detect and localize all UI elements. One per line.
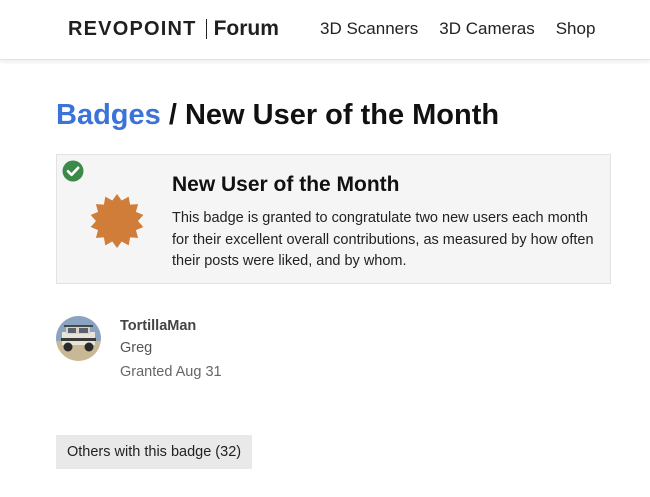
main-nav: 3D Scanners 3D Cameras Shop [320, 19, 595, 39]
user-full-name: Greg [120, 340, 153, 356]
page-title: Badges / New User of the Month [56, 99, 499, 132]
logo-section: Forum [213, 17, 279, 40]
username-link[interactable]: TortillaMan [120, 318, 196, 334]
nav-item-3d-scanners[interactable]: 3D Scanners [320, 19, 418, 39]
nav-item-shop[interactable]: Shop [556, 19, 596, 39]
check-circle-icon [62, 160, 84, 182]
breadcrumb-badges-link[interactable]: Badges [56, 99, 161, 131]
page-title-current: New User of the Month [184, 99, 500, 131]
nav-item-3d-cameras[interactable]: 3D Cameras [439, 19, 534, 39]
breadcrumb-separator: / [160, 99, 185, 131]
site-logo[interactable]: REVOPOINT Forum [68, 16, 279, 42]
badge-card: New User of the Month This badge is gran… [56, 154, 611, 284]
avatar[interactable] [56, 316, 101, 361]
logo-brand: REVOPOINT [68, 17, 197, 40]
avatar-truck-image [56, 316, 101, 361]
bronze-badge-icon [90, 194, 144, 248]
badge-description: This badge is granted to congratulate tw… [172, 210, 594, 269]
granted-date: Granted Aug 31 [120, 364, 222, 380]
others-with-badge-button[interactable]: Others with this badge (32) [56, 435, 253, 469]
badge-user-card: TortillaMan Greg Granted Aug 31 [56, 316, 356, 386]
site-header: REVOPOINT Forum 3D Scanners 3D Cameras S… [0, 0, 650, 60]
logo-divider [205, 19, 207, 39]
badge-name: New User of the Month [172, 173, 400, 196]
